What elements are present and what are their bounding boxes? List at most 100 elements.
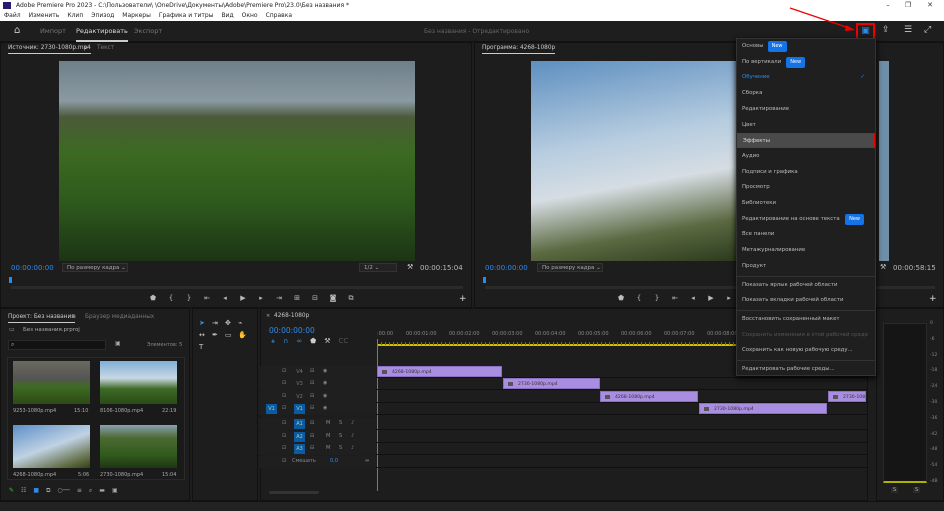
menu-item-layout[interactable]: Восстановить сохраненный макет bbox=[737, 312, 875, 327]
slip-tool-icon[interactable]: ↔ bbox=[199, 331, 212, 339]
pencil-icon[interactable]: ✎ bbox=[9, 487, 14, 495]
selection-tool-icon[interactable]: ➤ bbox=[199, 319, 212, 327]
solo-left-button[interactable]: S bbox=[891, 487, 899, 493]
marker-icon[interactable]: ⬟ bbox=[615, 294, 627, 302]
menu-item-workspace[interactable]: Основы New bbox=[737, 39, 875, 54]
play-icon[interactable]: ▶ bbox=[237, 294, 249, 303]
new-bin-icon[interactable]: ▬ bbox=[99, 487, 105, 495]
track-target-button[interactable]: V3 bbox=[294, 379, 305, 389]
solo-button[interactable]: S bbox=[339, 433, 342, 439]
eye-icon[interactable]: ◉ bbox=[323, 368, 327, 374]
menu-item-workspace[interactable]: Сборка bbox=[737, 86, 875, 101]
insert-icon[interactable]: ⊞ bbox=[291, 294, 303, 303]
settings-wrench-icon[interactable]: ⚒ bbox=[324, 337, 330, 346]
add-marker-icon[interactable]: ⬟ bbox=[310, 337, 316, 346]
icon-view-icon[interactable]: ■ bbox=[33, 487, 39, 495]
add-button-icon[interactable]: + bbox=[929, 294, 937, 304]
source-resolution-dropdown[interactable]: 1/2 ⌄ bbox=[359, 263, 397, 272]
menu-item-workspace[interactable]: Редактирование bbox=[737, 102, 875, 117]
nest-icon[interactable]: ⚹ bbox=[271, 337, 275, 346]
compare-icon[interactable]: ⧉ bbox=[345, 294, 357, 303]
freeform-view-icon[interactable]: ⧉ bbox=[46, 487, 50, 495]
lock-icon[interactable]: ⊡ bbox=[282, 433, 286, 439]
lock-icon[interactable]: ⊡ bbox=[282, 405, 286, 411]
wrench-icon[interactable]: ⚒ bbox=[407, 263, 413, 271]
source-playhead[interactable] bbox=[9, 277, 12, 283]
linked-selection-icon[interactable]: ∞ bbox=[296, 337, 302, 346]
step-back-icon[interactable]: ◂ bbox=[687, 294, 699, 302]
go-to-in-icon[interactable]: ⇤ bbox=[201, 294, 213, 303]
solo-right-button[interactable]: S bbox=[913, 487, 921, 493]
video-clip[interactable]: 2730-1080p.mp4 bbox=[828, 390, 866, 402]
playhead[interactable] bbox=[377, 339, 378, 491]
menu-item-workspace[interactable]: Все панели bbox=[737, 227, 875, 242]
eye-icon[interactable]: ◉ bbox=[323, 380, 327, 386]
hand-tool-icon[interactable]: ✋ bbox=[238, 331, 251, 339]
mute-button[interactable]: M bbox=[326, 420, 330, 426]
sync-icon[interactable]: ⊟ bbox=[310, 405, 314, 411]
panel-menu-icon[interactable]: ≡ bbox=[83, 43, 88, 53]
video-clip[interactable]: 4268-1080p.mp4 bbox=[600, 390, 698, 402]
solo-button[interactable]: S bbox=[339, 420, 342, 426]
go-to-out-icon[interactable]: ⇥ bbox=[273, 294, 285, 303]
menu-item-workspace[interactable]: По вертикали New bbox=[737, 55, 875, 70]
lock-icon[interactable]: ⊡ bbox=[282, 380, 286, 386]
lock-icon[interactable]: ⊡ bbox=[282, 445, 286, 451]
sync-icon[interactable]: ⊟ bbox=[310, 380, 314, 386]
step-forward-icon[interactable]: ▸ bbox=[255, 294, 267, 303]
menu-item-workspace[interactable]: Цвет bbox=[737, 118, 875, 133]
solo-button[interactable]: S bbox=[339, 445, 342, 451]
tab-media-browser[interactable]: Браузер медиаданных bbox=[85, 312, 154, 322]
track-target-button[interactable]: V2 bbox=[294, 392, 305, 402]
video-clip[interactable]: 2730-1080p.mp4 bbox=[503, 378, 600, 390]
track-target-button[interactable]: V4 bbox=[294, 367, 305, 377]
tab-project[interactable]: Проект: Без названия bbox=[8, 312, 75, 323]
program-playhead[interactable] bbox=[483, 277, 486, 283]
microphone-icon[interactable]: ♪ bbox=[351, 433, 354, 439]
menu-item-action[interactable]: Показать ярлык рабочей области bbox=[737, 278, 875, 293]
menu-item-workspace[interactable]: Эффекты bbox=[737, 133, 875, 149]
sync-icon[interactable]: ⊟ bbox=[310, 445, 314, 451]
thumbnail[interactable] bbox=[13, 425, 90, 468]
eye-icon[interactable]: ◉ bbox=[323, 405, 327, 411]
snap-icon[interactable]: ∩ bbox=[283, 337, 288, 346]
source-patch-button[interactable]: V1 bbox=[266, 403, 277, 414]
track-target-button[interactable]: V1 bbox=[294, 403, 305, 414]
mark-out-icon[interactable]: } bbox=[183, 294, 195, 303]
video-clip[interactable]: 4268-1080p.mp4 bbox=[377, 366, 502, 377]
menu-item-workspace[interactable]: Обучение ✓ bbox=[737, 70, 875, 85]
rectangle-tool-icon[interactable]: ▭ bbox=[225, 331, 238, 339]
sync-icon[interactable]: ⊟ bbox=[310, 368, 314, 374]
panel-menu-icon[interactable]: ≡ bbox=[71, 312, 76, 322]
microphone-icon[interactable]: ♪ bbox=[351, 420, 354, 426]
list-view-icon[interactable]: ☷ bbox=[21, 487, 26, 495]
tab-sequence[interactable]: 4268-1080p bbox=[274, 311, 309, 321]
thumbnail[interactable] bbox=[13, 361, 90, 404]
type-tool-icon[interactable]: T bbox=[199, 343, 212, 351]
lock-icon[interactable]: ⊡ bbox=[282, 393, 286, 399]
menu-item-layout[interactable]: Сохранить как новую рабочую среду... bbox=[737, 343, 875, 358]
timeline-zoom-scrollbar[interactable] bbox=[269, 491, 319, 494]
source-fit-dropdown[interactable]: По размеру кадра ⌄ bbox=[62, 263, 128, 272]
sync-icon[interactable]: ⊟ bbox=[310, 420, 314, 426]
sync-icon[interactable]: ⊟ bbox=[310, 393, 314, 399]
tab-text[interactable]: Текст bbox=[97, 43, 114, 53]
thumbnail[interactable] bbox=[100, 361, 177, 404]
video-clip[interactable]: 2730-1080p.mp4 bbox=[699, 402, 827, 414]
menu-item-workspace[interactable]: Метажурналирование bbox=[737, 243, 875, 258]
menu-item-edit-workspaces[interactable]: Редактировать рабочие среды... bbox=[737, 362, 875, 377]
find-icon[interactable]: ⌕ bbox=[89, 487, 92, 495]
new-bin-icon[interactable]: ▣ bbox=[115, 340, 121, 347]
step-forward-icon[interactable]: ▸ bbox=[723, 294, 735, 302]
captions-icon[interactable]: CC bbox=[339, 337, 349, 346]
mark-in-icon[interactable]: { bbox=[165, 294, 177, 303]
close-sequence-icon[interactable]: × bbox=[266, 313, 270, 319]
lock-icon[interactable]: ⊡ bbox=[282, 420, 286, 426]
sort-icon[interactable]: ≡ bbox=[77, 487, 82, 495]
program-fit-dropdown[interactable]: По размеру кадра ⌄ bbox=[537, 263, 603, 272]
razor-icon[interactable]: ⌁ bbox=[238, 319, 251, 327]
pen-tool-icon[interactable]: ✒ bbox=[212, 331, 225, 339]
go-to-in-icon[interactable]: ⇤ bbox=[669, 294, 681, 302]
tab-source[interactable]: Источник: 2730-1080p.mp4 bbox=[8, 43, 91, 54]
camera-icon[interactable]: ◙ bbox=[327, 294, 339, 303]
